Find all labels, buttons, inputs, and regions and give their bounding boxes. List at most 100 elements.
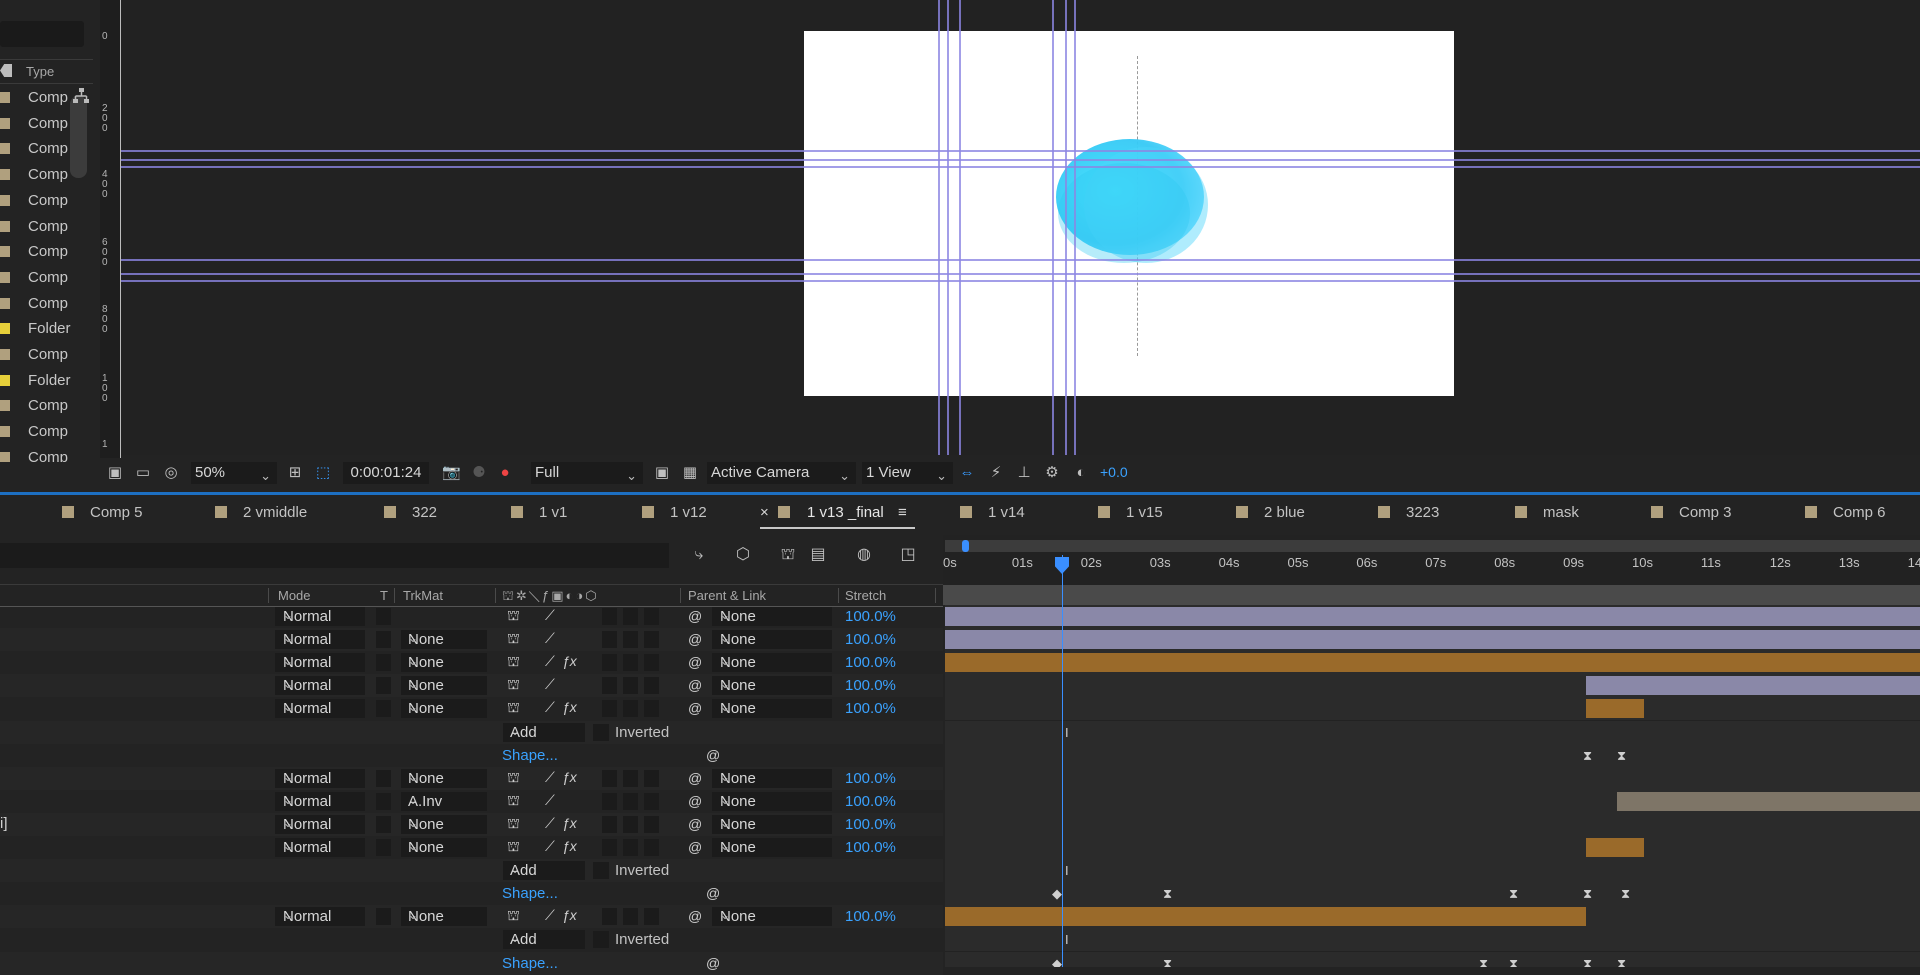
switch-checkbox[interactable] (644, 677, 659, 695)
quality-switch-icon[interactable]: ⟋ (545, 769, 555, 786)
quality-switch-icon[interactable]: ⟋ (545, 699, 555, 716)
project-column-header[interactable]: Type (0, 59, 93, 84)
switch-checkbox[interactable] (644, 815, 659, 833)
label-color-swatch[interactable] (0, 349, 10, 360)
shy-switch-icon[interactable]: ⛫ (507, 653, 520, 672)
layer-row[interactable]: Normal ⌄ A.Inv ⌄ ⛫ ⟋ @ None ⌄ 100.0% (0, 790, 943, 813)
switch-checkbox[interactable] (602, 908, 617, 926)
keyframe-icon[interactable]: ⧗ (1617, 748, 1626, 764)
shy-switch-icon[interactable]: ⛫ (507, 815, 520, 834)
switches-header-icons[interactable]: ⛫✲⟍ƒ▣◐◑⬡ (502, 588, 599, 606)
mask-row[interactable]: Add ⌄ Inverted (0, 928, 943, 951)
parent-dropdown[interactable]: None ⌄ (712, 653, 832, 673)
parent-dropdown[interactable]: None ⌄ (712, 768, 832, 788)
vertical-guide[interactable] (947, 0, 949, 455)
graph-editor-icon[interactable]: ◳ (899, 546, 917, 564)
preserve-transparency-checkbox[interactable] (376, 792, 391, 810)
region-of-interest-icon[interactable]: ⬚ (314, 464, 332, 482)
layer-duration-bar[interactable] (1617, 791, 1920, 811)
stretch-value[interactable]: 100.0% (845, 654, 896, 671)
track-matte-dropdown[interactable]: None ⌄ (401, 838, 487, 857)
layer-duration-bar[interactable] (1586, 676, 1920, 696)
t-column-header[interactable]: T (380, 588, 388, 603)
mask-path-row[interactable]: Shape... @ (0, 951, 943, 975)
preserve-transparency-checkbox[interactable] (376, 839, 391, 856)
switch-checkbox[interactable] (602, 700, 617, 718)
blend-mode-dropdown[interactable]: Normal ⌄ (275, 699, 365, 719)
pickwhip-icon[interactable]: @ (688, 677, 702, 693)
vertical-guide[interactable] (938, 0, 940, 455)
track-matte-dropdown[interactable]: None ⌄ (401, 907, 487, 927)
switch-checkbox[interactable] (602, 839, 617, 856)
keyframe-icon[interactable]: ◆ (1052, 886, 1062, 902)
switch-checkbox[interactable] (623, 631, 638, 649)
project-search-input[interactable] (0, 21, 84, 47)
parent-column-header[interactable]: Parent & Link (688, 588, 766, 603)
flowchart-icon[interactable]: ⚙ (1043, 464, 1061, 482)
composition-navigator-icon[interactable]: ⤷ (690, 546, 708, 564)
exposure-value[interactable]: +0.0 (1100, 464, 1128, 484)
horizontal-guide[interactable] (121, 150, 1920, 152)
vertical-guide[interactable] (1074, 0, 1076, 455)
keyframe-icon[interactable]: ◆ (1052, 956, 1062, 968)
track-matte-dropdown[interactable]: None ⌄ (401, 699, 487, 719)
project-scrollbar[interactable] (70, 96, 87, 178)
switch-checkbox[interactable] (623, 608, 638, 625)
keyframe-icon[interactable]: ⧗ (1509, 886, 1518, 902)
track-row[interactable] (945, 905, 1920, 930)
layer-duration-bar[interactable] (945, 607, 1920, 626)
project-item[interactable]: Comp (0, 291, 93, 316)
label-color-swatch[interactable] (0, 451, 10, 462)
parent-dropdown[interactable]: None ⌄ (712, 838, 832, 857)
stretch-column-header[interactable]: Stretch (845, 588, 886, 603)
quality-switch-icon[interactable]: ⟋ (545, 607, 555, 624)
mask-shape-link[interactable]: Shape... (502, 885, 558, 902)
track-matte-dropdown[interactable]: None ⌄ (401, 630, 487, 650)
track-area[interactable]: I ⧗ ⧗ I ◆ ⧗ ⧗ ⧗ ⧗ I ◆ ⧗ ⧗ ⧗ ⧗ ⧗ (945, 605, 1920, 967)
layer-duration-bar[interactable] (945, 630, 1920, 650)
monitor-icon[interactable]: ▭ (134, 464, 152, 482)
track-row[interactable] (945, 674, 1920, 699)
layer-row[interactable]: Normal ⌄ None ⌄ ⛫ ⟋ ƒx @ None ⌄ 100.0% (0, 697, 943, 720)
pickwhip-icon[interactable]: @ (688, 770, 702, 786)
track-row[interactable] (945, 812, 1920, 837)
quality-switch-icon[interactable]: ⟋ (545, 815, 555, 832)
shy-layers-icon[interactable]: ⛫ (779, 546, 797, 564)
blend-mode-dropdown[interactable]: Normal ⌄ (275, 607, 365, 626)
mask-mode-dropdown[interactable]: Add ⌄ (503, 722, 585, 742)
switch-checkbox[interactable] (644, 769, 659, 787)
stretch-value[interactable]: 100.0% (845, 631, 896, 648)
track-matte-dropdown[interactable]: None ⌄ (401, 653, 487, 673)
switch-checkbox[interactable] (623, 654, 638, 672)
layer-duration-bar[interactable] (945, 907, 1586, 927)
shy-switch-icon[interactable]: ⛫ (507, 792, 520, 811)
pickwhip-icon[interactable]: @ (688, 608, 702, 624)
layer-row[interactable]: Normal ⌄ None ⌄ ⛫ ⟋ ƒx @ None ⌄ 100.0% (0, 836, 943, 859)
layer-row[interactable]: Normal ⌄ None ⌄ ⛫ ⟋ ƒx @ None ⌄ 100.0% (0, 651, 943, 674)
switch-checkbox[interactable] (644, 700, 659, 718)
shy-switch-icon[interactable]: ⛫ (507, 769, 520, 788)
quality-switch-icon[interactable]: ⟋ (545, 907, 555, 924)
vertical-guide[interactable] (1065, 0, 1067, 455)
camera-view-dropdown[interactable]: Active Camera ⌄ (707, 462, 856, 484)
preserve-transparency-checkbox[interactable] (376, 677, 391, 695)
horizontal-guide[interactable] (121, 280, 1920, 282)
fx-icon[interactable]: ƒx (562, 699, 577, 715)
fx-icon[interactable]: ƒx (562, 769, 577, 785)
mask-path-row[interactable]: Shape... @ (0, 744, 943, 767)
blend-mode-dropdown[interactable]: Normal ⌄ (275, 907, 365, 927)
project-item[interactable]: Comp (0, 445, 93, 462)
label-color-swatch[interactable] (0, 169, 10, 181)
shy-switch-icon[interactable]: ⛫ (507, 607, 520, 626)
track-row[interactable] (945, 836, 1920, 860)
quality-switch-icon[interactable]: ⟋ (545, 630, 555, 647)
shy-switch-icon[interactable]: ⛫ (507, 676, 520, 695)
preserve-transparency-checkbox[interactable] (376, 654, 391, 672)
safe-zones-icon[interactable]: ⊞ (286, 464, 304, 482)
inverted-checkbox[interactable] (593, 862, 609, 880)
pickwhip-icon[interactable]: @ (688, 793, 702, 809)
parent-dropdown[interactable]: None ⌄ (712, 676, 832, 696)
shy-switch-icon[interactable]: ⛫ (507, 699, 520, 718)
blend-mode-dropdown[interactable]: Normal ⌄ (275, 838, 365, 857)
switch-checkbox[interactable] (602, 792, 617, 810)
